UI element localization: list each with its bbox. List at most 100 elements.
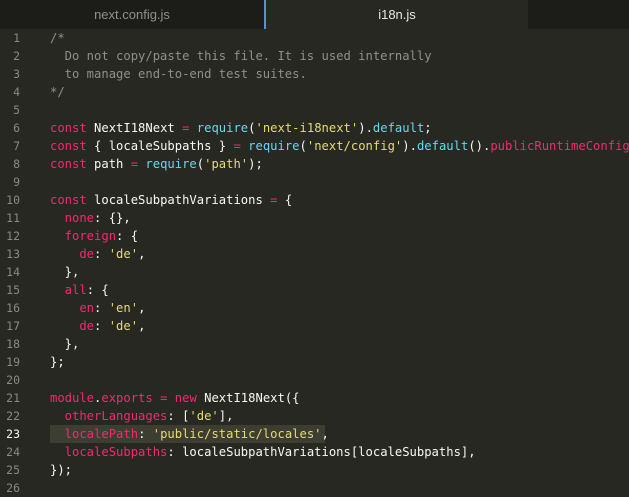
line-number: 17: [6, 319, 20, 333]
line-number: 7: [13, 139, 20, 153]
code-token: },: [50, 265, 80, 279]
code-line[interactable]: 3 to manage end-to-end test suites.: [0, 65, 629, 83]
code-text: module.exports = new NextI18Next({: [50, 389, 300, 407]
code-text: de: 'de',: [50, 317, 145, 335]
code-line[interactable]: 16 en: 'en',: [0, 299, 629, 317]
code-text: otherLanguages: ['de'],: [50, 407, 234, 425]
code-line[interactable]: 21 module.exports = new NextI18Next({: [0, 389, 629, 407]
line-number: 19: [6, 355, 20, 369]
code-token: =: [233, 139, 249, 153]
code-token: none: [50, 211, 95, 225]
code-token: 'de': [189, 409, 219, 423]
code-line[interactable]: 7 const { localeSubpaths } = require('nex…: [0, 137, 629, 155]
code-token: */: [50, 85, 65, 99]
line-number: 18: [6, 337, 20, 351]
code-line[interactable]: 18 },: [0, 335, 629, 353]
code-token: ,: [138, 301, 146, 315]
code-line[interactable]: 23 localePath: 'public/static/locales',: [0, 425, 629, 443]
code-token: localePath: [50, 427, 139, 441]
line-number: 23: [6, 427, 20, 441]
code-line[interactable]: 8 const path = require('path');: [0, 155, 629, 173]
tab-next-config[interactable]: next.config.js: [0, 0, 264, 29]
code-token: ).: [358, 121, 373, 135]
code-token: ,: [138, 319, 146, 333]
code-token: 'path': [204, 157, 249, 171]
code-token: /*: [50, 31, 65, 45]
code-text: },: [50, 335, 80, 353]
code-token: path: [94, 157, 131, 171]
code-token: =: [130, 157, 146, 171]
code-line[interactable]: 13 de: 'de',: [0, 245, 629, 263]
code-line[interactable]: 19};: [0, 353, 629, 371]
code-token: ({: [284, 391, 300, 405]
code-line[interactable]: 26: [0, 479, 629, 497]
line-number: 11: [6, 211, 20, 225]
tab-i18n[interactable]: i18n.js: [264, 0, 528, 29]
code-token: ,: [138, 247, 146, 261]
code-token: en: [50, 301, 95, 315]
code-token: localeSubpaths: [50, 445, 168, 459]
code-token: ;: [424, 121, 432, 135]
code-text: Do not copy/paste this file. It is used …: [50, 47, 432, 65]
code-token: ).: [402, 139, 417, 153]
code-token: : {},: [94, 211, 131, 225]
code-token: =: [270, 193, 285, 207]
code-token: require: [145, 157, 197, 171]
code-token: publicRuntimeConfig: [490, 139, 629, 153]
code-line[interactable]: 2 Do not copy/paste this file. It is use…: [0, 47, 629, 65]
code-line[interactable]: 24 localeSubpaths: localeSubpathVariatio…: [0, 443, 629, 461]
code-line[interactable]: 6 const NextI18Next = require('next-i18ne…: [0, 119, 629, 137]
code-line[interactable]: 25});: [0, 461, 629, 479]
code-editor[interactable]: 1 /* 2 Do not copy/paste this file. It is …: [0, 29, 629, 497]
line-number: 6: [13, 121, 20, 135]
code-text: foreign: {: [50, 227, 138, 245]
code-line[interactable]: 12 foreign: {: [0, 227, 629, 245]
code-line[interactable]: 4 */: [0, 83, 629, 101]
code-text: const NextI18Next = require('next-i18nex…: [50, 119, 432, 137]
code-token: new: [174, 391, 205, 405]
code-line[interactable]: 20: [0, 371, 629, 389]
code-line[interactable]: 17 de: 'de',: [0, 317, 629, 335]
code-token: );: [248, 157, 263, 171]
line-number: 10: [6, 193, 20, 207]
line-number: 16: [6, 301, 20, 315]
line-number: 20: [6, 373, 20, 387]
line-number: 1: [13, 31, 20, 45]
code-text: */: [50, 83, 65, 101]
code-line[interactable]: 22 otherLanguages: ['de'],: [0, 407, 629, 425]
code-token: :: [94, 247, 109, 261]
code-token: otherLanguages: [50, 409, 168, 423]
tab-bar-empty-area: [528, 0, 629, 29]
line-number: 2: [13, 49, 20, 63]
code-token: { localeSubpaths }: [94, 139, 234, 153]
line-number: 25: [6, 463, 20, 477]
code-token: de: [50, 319, 95, 333]
code-token: default: [372, 121, 425, 135]
line-number: 3: [13, 67, 20, 81]
code-token: de: [50, 247, 95, 261]
line-number: 22: [6, 409, 20, 423]
code-line[interactable]: 15 all: {: [0, 281, 629, 299]
code-line[interactable]: 1 /*: [0, 29, 629, 47]
tab-bar: next.config.js i18n.js: [0, 0, 629, 29]
code-token: :: [94, 301, 109, 315]
line-number: 24: [6, 445, 20, 459]
code-line[interactable]: 5: [0, 101, 629, 119]
code-text: },: [50, 263, 80, 281]
code-line[interactable]: 14 },: [0, 263, 629, 281]
line-number: 5: [13, 103, 20, 117]
code-token: const: [50, 139, 95, 153]
code-line[interactable]: 9: [0, 173, 629, 191]
code-token: 'de': [108, 247, 139, 261]
line-number: 4: [13, 85, 20, 99]
code-token: : [: [167, 409, 190, 423]
line-number: 8: [13, 157, 20, 171]
code-line[interactable]: 11 none: {},: [0, 209, 629, 227]
code-token: require: [248, 139, 300, 153]
line-number: 12: [6, 229, 20, 243]
line-number: 26: [6, 481, 20, 495]
code-text: const localeSubpathVariations = {: [50, 191, 292, 209]
code-text: localePath: 'public/static/locales',: [50, 425, 329, 443]
line-number: 21: [6, 391, 20, 405]
code-line[interactable]: 10 const localeSubpathVariations = {: [0, 191, 629, 209]
